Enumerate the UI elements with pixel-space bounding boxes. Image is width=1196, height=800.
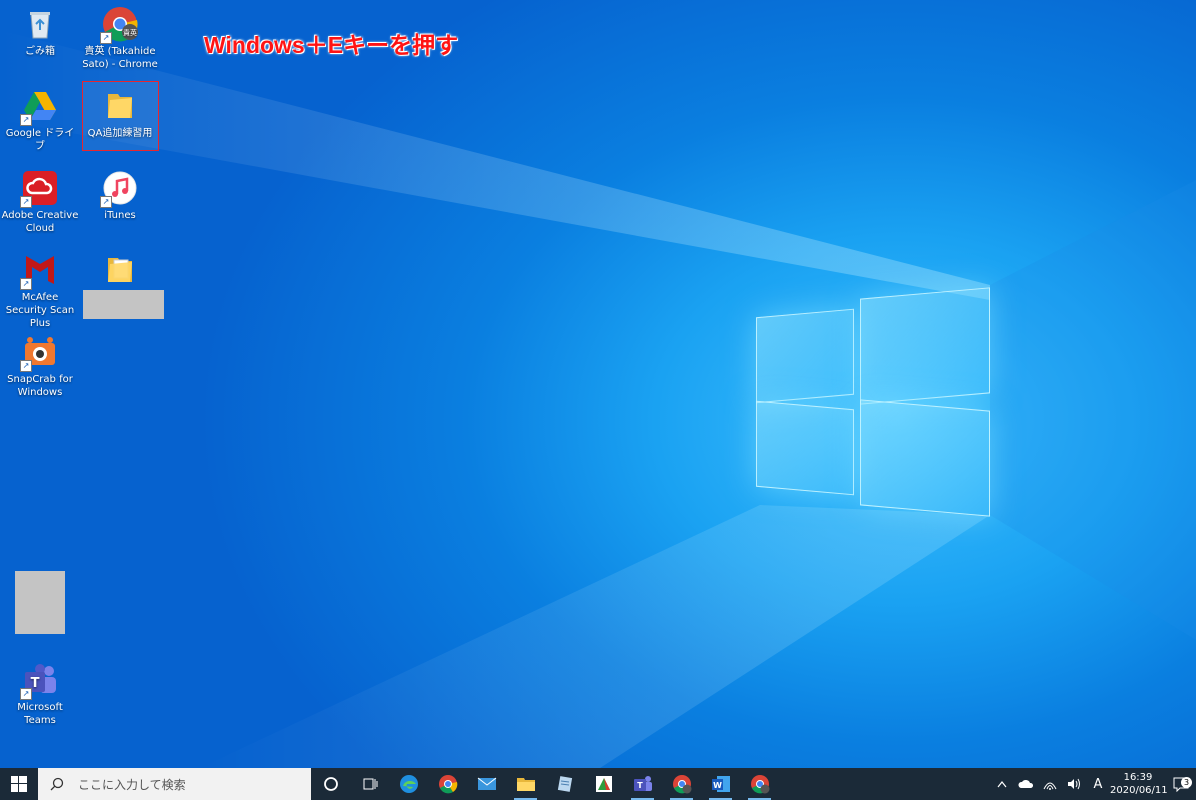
cortana-icon bbox=[323, 777, 338, 791]
chrome-icon bbox=[438, 775, 457, 794]
adobe-creative-cloud-icon: ↗ bbox=[20, 170, 58, 208]
teams-icon: T ↗ bbox=[20, 662, 58, 700]
chrome-profile-icon: 貴英 ↗ bbox=[100, 6, 138, 44]
volume-button[interactable] bbox=[1062, 778, 1086, 790]
edge-icon bbox=[399, 775, 418, 793]
taskbar-file-explorer[interactable] bbox=[506, 768, 545, 800]
search-icon bbox=[50, 777, 64, 791]
mail-icon bbox=[477, 777, 496, 790]
network-button[interactable] bbox=[1038, 778, 1062, 790]
clock-date: 2020/06/11 bbox=[1110, 785, 1168, 796]
desktop-icon-label: iTunes bbox=[104, 210, 136, 221]
windows-start-icon bbox=[11, 776, 27, 792]
desktop-icon-label: QA追加練習用 bbox=[87, 128, 153, 139]
desktop[interactable]: Windows＋Eキーを押す ごみ箱 貴英 ↗ 貴英 (Takahide Sat… bbox=[0, 0, 1196, 768]
teams-icon: T bbox=[633, 776, 652, 791]
show-hidden-icons-button[interactable] bbox=[990, 780, 1014, 788]
desktop-icon-adobe-cc[interactable]: ↗ Adobe Creative Cloud bbox=[1, 170, 79, 235]
taskbar-mail[interactable] bbox=[467, 768, 506, 800]
google-drive-icon: ↗ bbox=[20, 88, 58, 126]
notification-count-badge: 3 bbox=[1181, 777, 1192, 788]
desktop-icon-google-drive[interactable]: ↗ Google ドライブ bbox=[1, 88, 79, 153]
taskbar-chrome[interactable] bbox=[428, 768, 467, 800]
desktop-icon-chrome-profile[interactable]: 貴英 ↗ 貴英 (Takahide Sato) - Chrome bbox=[81, 6, 159, 71]
desktop-icon-label: ごみ箱 bbox=[25, 46, 55, 57]
svg-text:T: T bbox=[637, 781, 643, 790]
clock-time: 16:39 bbox=[1123, 772, 1153, 783]
cortana-button[interactable] bbox=[311, 768, 350, 800]
notepad-icon bbox=[557, 776, 572, 792]
redacted-label bbox=[83, 290, 164, 319]
chrome-profile-icon bbox=[750, 775, 769, 794]
taskbar: ここに入力して検索 T W A 16:39 2020/06/11 3 bbox=[0, 768, 1196, 800]
taskbar-chrome-profile-2[interactable] bbox=[740, 768, 779, 800]
itunes-icon: ↗ bbox=[100, 170, 138, 208]
desktop-icon-label: McAfee Security Scan Plus bbox=[5, 292, 75, 329]
taskbar-app[interactable] bbox=[584, 768, 623, 800]
desktop-icon-label: 貴英 (Takahide Sato) - Chrome bbox=[82, 46, 158, 70]
desktop-icon-recycle-bin[interactable]: ごみ箱 bbox=[1, 6, 79, 58]
profile-badge: 貴英 bbox=[123, 28, 137, 37]
clock[interactable]: 16:39 2020/06/11 bbox=[1110, 771, 1168, 797]
desktop-icon-label: Google ドライブ bbox=[5, 128, 75, 152]
taskbar-search-box[interactable]: ここに入力して検索 bbox=[38, 768, 311, 800]
redacted-icon bbox=[15, 571, 65, 634]
search-placeholder: ここに入力して検索 bbox=[78, 777, 186, 792]
desktop-icon-label: Adobe Creative Cloud bbox=[1, 210, 79, 234]
cloud-icon bbox=[1018, 779, 1034, 788]
taskbar-notepad[interactable] bbox=[545, 768, 584, 800]
desktop-icon-teams[interactable]: T ↗ Microsoft Teams bbox=[1, 662, 79, 727]
svg-text:W: W bbox=[713, 781, 722, 790]
wallpaper-light-beams bbox=[0, 30, 1196, 768]
word-icon: W bbox=[711, 776, 730, 792]
desktop-icon-qa-folder[interactable]: QA追加練習用 bbox=[81, 88, 159, 140]
chrome-profile-icon bbox=[672, 775, 691, 794]
task-view-button[interactable] bbox=[350, 768, 389, 800]
chevron-up-icon bbox=[997, 781, 1007, 788]
task-view-icon bbox=[363, 778, 377, 790]
desktop-icon-mcafee[interactable]: ↗ McAfee Security Scan Plus bbox=[1, 252, 79, 330]
folder-icon bbox=[102, 88, 138, 124]
taskbar-word[interactable]: W bbox=[701, 768, 740, 800]
start-button[interactable] bbox=[0, 768, 38, 800]
onedrive-button[interactable] bbox=[1014, 779, 1038, 789]
mcafee-icon: ↗ bbox=[20, 252, 58, 290]
wifi-icon bbox=[1043, 782, 1057, 790]
ime-indicator[interactable]: A bbox=[1086, 777, 1110, 792]
system-tray: A 16:39 2020/06/11 3 bbox=[990, 768, 1196, 800]
desktop-icon-label: SnapCrab for Windows bbox=[7, 374, 73, 398]
taskbar-chrome-profile[interactable] bbox=[662, 768, 701, 800]
snapcrab-icon: ↗ bbox=[20, 334, 58, 372]
desktop-icon-redacted-folder[interactable] bbox=[81, 252, 159, 291]
instruction-annotation: Windows＋Eキーを押す bbox=[204, 32, 459, 58]
desktop-icon-itunes[interactable]: ↗ iTunes bbox=[81, 170, 159, 222]
windows-logo-wallpaper bbox=[756, 283, 990, 519]
app-icon bbox=[595, 776, 612, 792]
folder-icon bbox=[102, 252, 138, 288]
action-center-button[interactable]: 3 bbox=[1166, 776, 1196, 792]
recycle-bin-icon bbox=[22, 6, 58, 42]
speaker-icon bbox=[1068, 778, 1080, 790]
file-explorer-icon bbox=[516, 778, 535, 791]
taskbar-edge[interactable] bbox=[389, 768, 428, 800]
desktop-icon-label: Microsoft Teams bbox=[17, 702, 63, 726]
desktop-icon-snapcrab[interactable]: ↗ SnapCrab for Windows bbox=[1, 334, 79, 399]
taskbar-teams[interactable]: T bbox=[623, 768, 662, 800]
